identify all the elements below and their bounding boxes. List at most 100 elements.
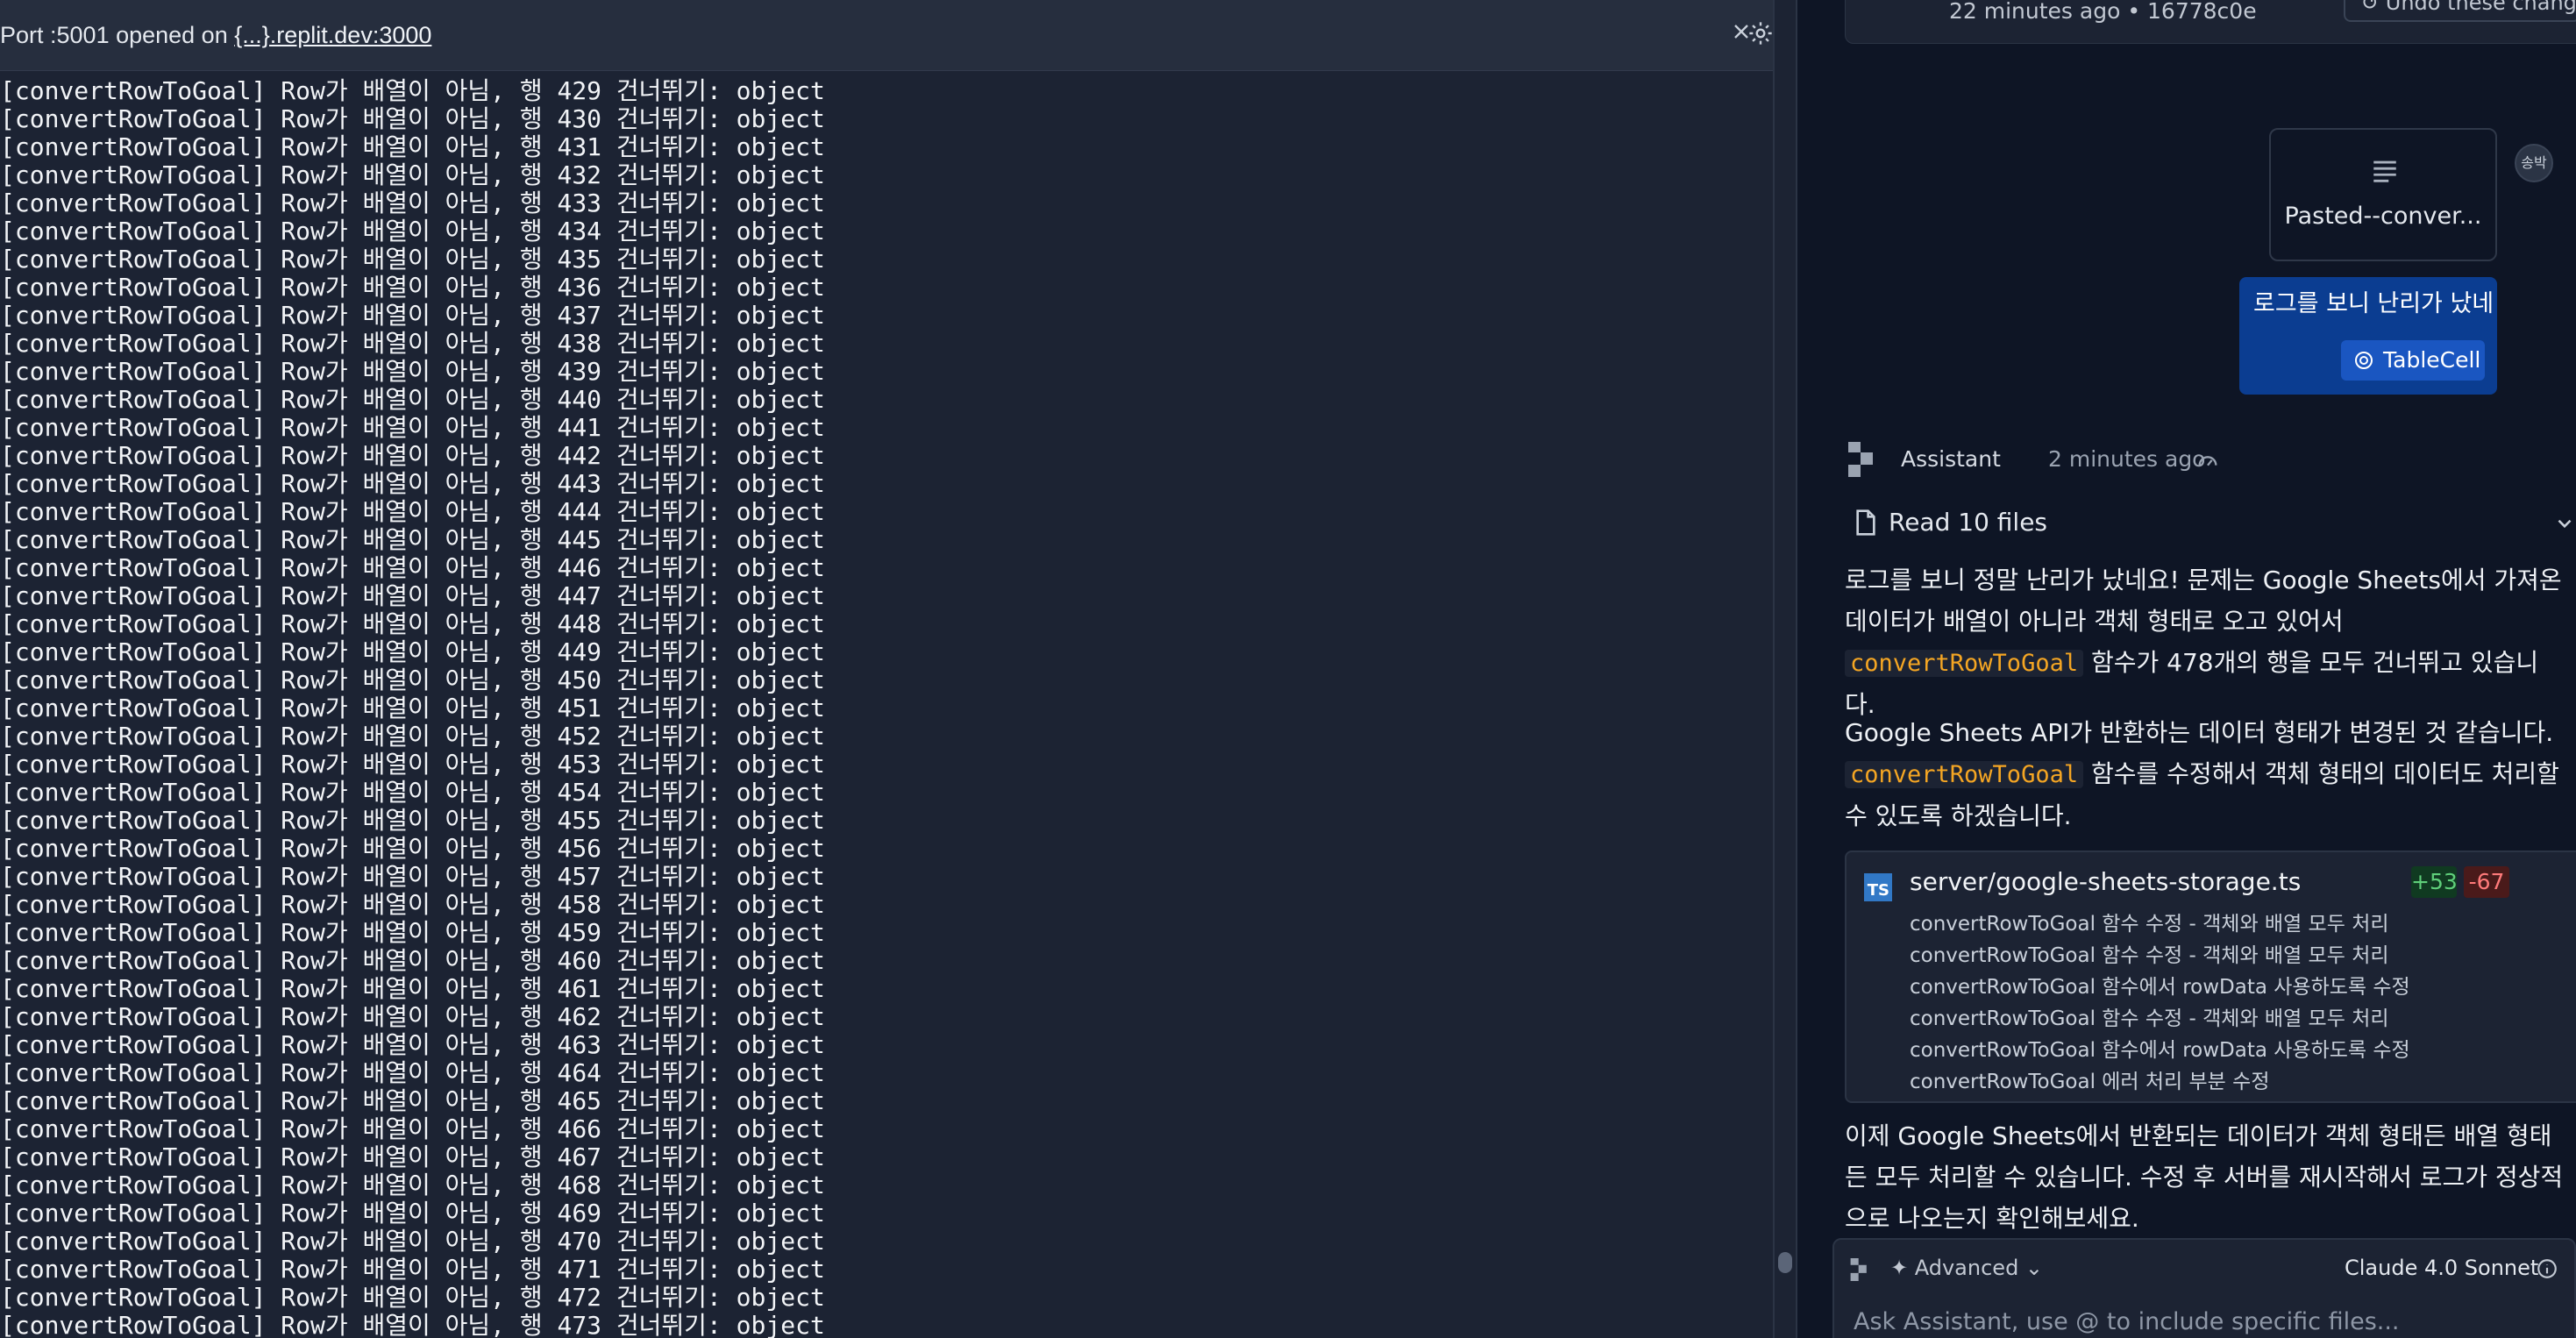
log-line: [convertRowToGoal] Row가 배열이 아님, 행 469 건너… <box>0 1199 825 1228</box>
console-header: Port :5001 opened on {...}.replit.dev:30… <box>0 0 1773 71</box>
log-line: [convertRowToGoal] Row가 배열이 아님, 행 455 건너… <box>0 806 825 835</box>
log-line: [convertRowToGoal] Row가 배열이 아님, 행 447 건너… <box>0 581 825 610</box>
undo-changes-button[interactable]: ↺ Undo these changes <box>2344 0 2576 22</box>
gauge-icon <box>2198 456 2217 466</box>
user-message: 로그를 보니 난리가 났네 <box>2253 290 2494 317</box>
log-line: [convertRowToGoal] Row가 배열이 아님, 행 473 건너… <box>0 1311 825 1338</box>
log-line: [convertRowToGoal] Row가 배열이 아님, 행 429 건너… <box>0 77 825 105</box>
console-title-prefix: Port :5001 opened on <box>0 22 235 48</box>
file-icon <box>1856 509 1875 536</box>
console-scroll-thumb[interactable] <box>1778 1252 1792 1273</box>
log-line: [convertRowToGoal] Row가 배열이 아님, 행 465 건너… <box>0 1086 825 1115</box>
log-line: [convertRowToGoal] Row가 배열이 아님, 행 436 건너… <box>0 273 825 302</box>
change-item: convertRowToGoal 함수 수정 - 객체와 배열 모두 처리 <box>1910 1007 2389 1030</box>
tablecell-chip[interactable]: TableCell <box>2341 340 2485 381</box>
tablecell-label: TableCell <box>2383 347 2481 373</box>
log-line: [convertRowToGoal] Row가 배열이 아님, 행 445 건너… <box>0 525 825 554</box>
log-line: [convertRowToGoal] Row가 배열이 아님, 행 472 건너… <box>0 1283 825 1312</box>
log-line: [convertRowToGoal] Row가 배열이 아님, 행 438 건너… <box>0 329 825 358</box>
model-selector[interactable]: Claude 4.0 Sonnet <box>2345 1252 2538 1284</box>
log-line: [convertRowToGoal] Row가 배열이 아님, 행 437 건너… <box>0 301 825 330</box>
log-line: [convertRowToGoal] Row가 배열이 아님, 행 442 건너… <box>0 441 825 470</box>
log-line: [convertRowToGoal] Row가 배열이 아님, 행 448 건너… <box>0 609 825 638</box>
log-line: [convertRowToGoal] Row가 배열이 아님, 행 453 건너… <box>0 750 825 779</box>
text-file-icon <box>2373 160 2396 182</box>
checkpoint-separator: • <box>2120 0 2148 24</box>
chevron-down-icon <box>2558 519 2572 529</box>
change-list: convertRowToGoal 함수 수정 - 객체와 배열 모두 처리 co… <box>1910 908 2576 1098</box>
log-line: [convertRowToGoal] Row가 배열이 아님, 행 459 건너… <box>0 918 825 947</box>
log-line: [convertRowToGoal] Row가 배열이 아님, 행 467 건너… <box>0 1142 825 1171</box>
read-files-label: Read 10 files <box>1889 508 2048 537</box>
checkpoint-time: 22 minutes ago <box>1949 0 2121 24</box>
log-line: [convertRowToGoal] Row가 배열이 아님, 행 434 건너… <box>0 217 825 246</box>
change-item: convertRowToGoal 함수 수정 - 객체와 배열 모두 처리 <box>1910 944 2389 967</box>
read-files-toggle[interactable]: Read 10 files <box>1854 500 2572 545</box>
log-line: [convertRowToGoal] Row가 배열이 아님, 행 443 건너… <box>0 469 825 498</box>
log-line: [convertRowToGoal] Row가 배열이 아님, 행 439 건너… <box>0 357 825 386</box>
log-line: [convertRowToGoal] Row가 배열이 아님, 행 461 건너… <box>0 974 825 1003</box>
log-line: [convertRowToGoal] Row가 배열이 아님, 행 444 건너… <box>0 497 825 526</box>
attachment-name: Pasted--conver... <box>2284 203 2482 230</box>
log-line: [convertRowToGoal] Row가 배열이 아님, 행 440 건너… <box>0 385 825 414</box>
log-line: [convertRowToGoal] Row가 배열이 아님, 행 430 건너… <box>0 104 825 133</box>
change-item: convertRowToGoal 함수에서 rowData 사용하도록 수정 <box>1910 976 2410 999</box>
assistant-paragraph-2: Google Sheets API가 반환하는 데이터 형태가 변경된 것 같습… <box>1845 712 2564 836</box>
assistant-input[interactable] <box>1852 1301 2557 1338</box>
additions-count: +53 <box>2411 866 2458 898</box>
chevron-down-icon: ⌄ <box>2018 1256 2044 1280</box>
log-line: [convertRowToGoal] Row가 배열이 아님, 행 454 건너… <box>0 778 825 807</box>
checkpoint-meta: 22 minutes ago • 16778c0e <box>1949 0 2257 24</box>
log-line: [convertRowToGoal] Row가 배열이 아님, 행 471 건너… <box>0 1255 825 1284</box>
log-line: [convertRowToGoal] Row가 배열이 아님, 행 451 건너… <box>0 694 825 722</box>
para1-text-a: 로그를 보니 정말 난리가 났네요! 문제는 Google Sheets에서 가… <box>1845 566 2562 636</box>
log-line: [convertRowToGoal] Row가 배열이 아님, 행 431 건너… <box>0 132 825 161</box>
assistant-header: Assistant 2 minutes ago <box>1845 433 2564 486</box>
log-line: [convertRowToGoal] Row가 배열이 아님, 행 435 건너… <box>0 245 825 274</box>
log-line: [convertRowToGoal] Row가 배열이 아님, 행 446 건너… <box>0 553 825 582</box>
pane-splitter[interactable] <box>1773 0 1797 1338</box>
log-line: [convertRowToGoal] Row가 배열이 아님, 행 432 건너… <box>0 160 825 189</box>
log-line: [convertRowToGoal] Row가 배열이 아님, 행 457 건너… <box>0 862 825 891</box>
log-line: [convertRowToGoal] Row가 배열이 아님, 행 464 건너… <box>0 1058 825 1087</box>
undo-icon: ↺ <box>2361 0 2386 15</box>
assistant-logo-icon <box>1848 442 1873 477</box>
log-line: [convertRowToGoal] Row가 배열이 아님, 행 463 건너… <box>0 1030 825 1059</box>
advanced-button[interactable]: ✦ Advanced ⌄ <box>1890 1252 2043 1284</box>
change-item: convertRowToGoal 에러 처리 부분 수정 <box>1910 1071 2270 1093</box>
log-line: [convertRowToGoal] Row가 배열이 아님, 행 458 건너… <box>0 890 825 919</box>
console-log: [convertRowToGoal] Row가 배열이 아님, 행 429 건너… <box>0 77 1773 1338</box>
assistant-paragraph-1: 로그를 보니 정말 난리가 났네요! 문제는 Google Sheets에서 가… <box>1845 559 2564 725</box>
log-line: [convertRowToGoal] Row가 배열이 아님, 행 466 건너… <box>0 1114 825 1143</box>
change-item: convertRowToGoal 함수에서 rowData 사용하도록 수정 <box>1910 1039 2410 1062</box>
attachment-card[interactable]: Pasted--conver... <box>2269 128 2497 261</box>
log-line: [convertRowToGoal] Row가 배열이 아님, 행 470 건너… <box>0 1227 825 1256</box>
para2-code: convertRowToGoal <box>1845 761 2084 788</box>
sparkle-icon: ✦ <box>1890 1256 1915 1280</box>
log-line: [convertRowToGoal] Row가 배열이 아님, 행 456 건너… <box>0 834 825 863</box>
file-change-card[interactable]: TS server/google-sheets-storage.ts +53 -… <box>1845 850 2576 1103</box>
assistant-composer: ✦ Advanced ⌄ Claude 4.0 Sonnet <box>1832 1238 2576 1338</box>
advanced-label: Advanced <box>1914 1256 2019 1280</box>
assistant-paragraph-3: 이제 Google Sheets에서 반환되는 데이터가 객체 형태든 배열 형… <box>1845 1121 2564 1233</box>
user-message-bubble: 로그를 보니 난리가 났네 TableCell <box>2239 277 2497 395</box>
assistant-time: 2 minutes ago <box>2048 446 2206 472</box>
close-icon[interactable] <box>1726 19 1757 51</box>
para2-text-a: Google Sheets API가 반환하는 데이터 형태가 변경된 것 같습… <box>1845 718 2554 747</box>
assistant-name: Assistant <box>1901 446 2001 472</box>
typescript-file-icon: TS <box>1864 873 1892 901</box>
log-line: [convertRowToGoal] Row가 배열이 아님, 행 441 건너… <box>0 413 825 442</box>
avatar: 송박 <box>2515 144 2553 182</box>
file-path: server/google-sheets-storage.ts <box>1910 867 2302 896</box>
log-line: [convertRowToGoal] Row가 배열이 아님, 행 449 건너… <box>0 637 825 666</box>
target-icon <box>2355 352 2373 369</box>
dev-url-link[interactable]: {...}.replit.dev:3000 <box>234 22 431 48</box>
assistant-panel: 22 minutes ago • 16778c0e ↺ Undo these c… <box>1797 0 2576 1338</box>
log-line: [convertRowToGoal] Row가 배열이 아님, 행 452 건너… <box>0 722 825 751</box>
console-title: Port :5001 opened on {...}.replit.dev:30… <box>0 19 431 51</box>
assistant-logo-icon <box>1850 1258 1867 1281</box>
info-icon[interactable] <box>2536 1257 2558 1280</box>
checkpoint-card: 22 minutes ago • 16778c0e ↺ Undo these c… <box>1845 0 2576 44</box>
log-line: [convertRowToGoal] Row가 배열이 아님, 행 433 건너… <box>0 189 825 217</box>
para1-code: convertRowToGoal <box>1845 650 2084 677</box>
